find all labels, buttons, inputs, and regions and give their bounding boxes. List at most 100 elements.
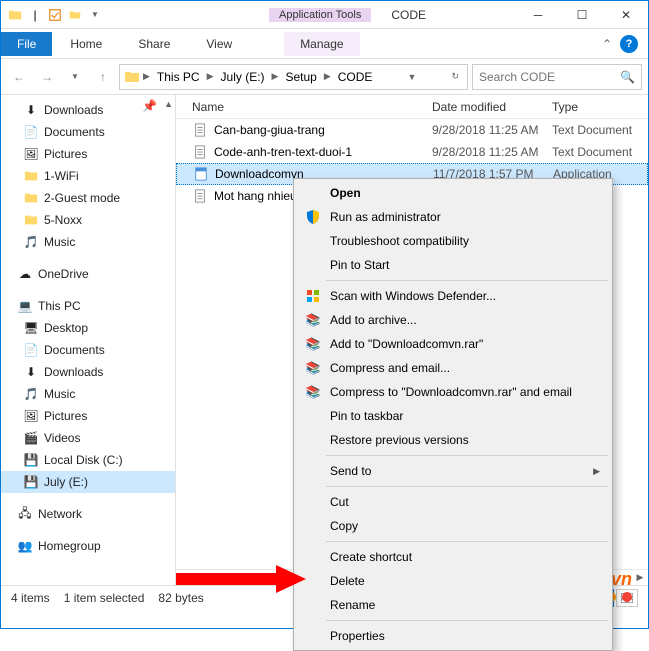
sidebar-item-pictures[interactable]: 🖼Pictures <box>1 143 175 165</box>
file-name: Code-anh-tren-text-duoi-1 <box>214 145 432 159</box>
menu-item-add-archive[interactable]: 📚Add to archive... <box>296 308 610 332</box>
menu-item-sendto[interactable]: Send to▶ <box>296 459 610 483</box>
sidebar-item-guest[interactable]: 2-Guest mode <box>1 187 175 209</box>
breadcrumb-item[interactable]: This PC <box>153 68 204 86</box>
sidebar-item-wifi[interactable]: 1-WiFi <box>1 165 175 187</box>
maximize-button[interactable]: ☐ <box>560 1 604 29</box>
pictures-icon: 🖼 <box>23 408 39 424</box>
sidebar-item-music2[interactable]: 🎵Music <box>1 383 175 405</box>
menu-item-restore[interactable]: Restore previous versions <box>296 428 610 452</box>
search-box[interactable]: 🔍 <box>472 64 642 90</box>
scroll-up-icon[interactable]: ▲ <box>164 99 173 109</box>
ribbon-tabs: File Home Share View Manage ⌃ ? <box>1 29 648 59</box>
folder-breadcrumb-icon <box>124 69 140 85</box>
checkbox-icon[interactable] <box>47 7 63 23</box>
menu-item-shortcut[interactable]: Create shortcut <box>296 545 610 569</box>
minimize-button[interactable]: ─ <box>516 1 560 29</box>
pin-icon[interactable]: 📌 <box>142 99 157 113</box>
file-row[interactable]: Code-anh-tren-text-duoi-19/28/2018 11:25… <box>176 141 648 163</box>
menu-item-pin-taskbar[interactable]: Pin to taskbar <box>296 404 610 428</box>
documents-icon: 📄 <box>23 342 39 358</box>
file-row[interactable]: Can-bang-giua-trang9/28/2018 11:25 AMTex… <box>176 119 648 141</box>
menu-item-rename[interactable]: Rename <box>296 593 610 617</box>
breadcrumb-dropdown-icon[interactable]: ▼ <box>403 72 420 82</box>
menu-item-open[interactable]: Open <box>296 181 610 205</box>
breadcrumb-sep-icon[interactable]: ▶ <box>142 71 151 82</box>
manage-tab[interactable]: Manage <box>284 32 359 56</box>
file-type: Text Document <box>552 145 632 159</box>
winrar-icon: 📚 <box>304 359 322 377</box>
close-button[interactable]: ✕ <box>604 1 648 29</box>
titlebar: | ▼ Application Tools CODE ─ ☐ ✕ <box>1 1 648 29</box>
sidebar-item-pictures2[interactable]: 🖼Pictures <box>1 405 175 427</box>
sidebar-item-downloads2[interactable]: ⬇Downloads <box>1 361 175 383</box>
sidebar-item-noxx[interactable]: 5-Noxx <box>1 209 175 231</box>
sidebar-item-desktop[interactable]: 🖥Desktop <box>1 317 175 339</box>
ribbon-expand-icon[interactable]: ⌃ <box>602 37 612 51</box>
navigation-bar: ← → ▼ ↑ ▶ This PC ▶ July (E:) ▶ Setup ▶ … <box>1 59 648 95</box>
breadcrumb-item[interactable]: CODE <box>334 68 377 86</box>
breadcrumb-item[interactable]: Setup <box>281 68 320 86</box>
menu-item-delete[interactable]: Delete <box>296 569 610 593</box>
downloads-icon: ⬇ <box>23 364 39 380</box>
sidebar-item-network[interactable]: 🖧Network <box>1 503 175 525</box>
menu-item-run-admin[interactable]: Run as administrator <box>296 205 610 229</box>
back-button[interactable]: ← <box>7 65 31 89</box>
search-icon[interactable]: 🔍 <box>620 70 635 84</box>
quick-access-toolbar: | ▼ <box>1 7 109 23</box>
menu-item-properties[interactable]: Properties <box>296 624 610 648</box>
menu-item-compress-email[interactable]: 📚Compress and email... <box>296 356 610 380</box>
menu-item-cut[interactable]: Cut <box>296 490 610 514</box>
dot-icon <box>622 592 632 602</box>
file-name: Can-bang-giua-trang <box>214 123 432 137</box>
column-header-date[interactable]: Date modified <box>432 100 552 114</box>
breadcrumb[interactable]: ▶ This PC ▶ July (E:) ▶ Setup ▶ CODE ▼ ↻ <box>119 64 468 90</box>
qat-dropdown-icon[interactable]: ▼ <box>87 7 103 23</box>
home-tab[interactable]: Home <box>52 32 120 56</box>
status-item-count: 4 items <box>11 591 50 605</box>
share-tab[interactable]: Share <box>120 32 188 56</box>
sidebar-item-onedrive[interactable]: ☁OneDrive <box>1 263 175 285</box>
search-input[interactable] <box>479 70 635 84</box>
sidebar-item-documents[interactable]: 📄Documents <box>1 121 175 143</box>
scroll-right-icon[interactable]: ▶ <box>632 570 648 586</box>
sidebar-item-music[interactable]: 🎵Music <box>1 231 175 253</box>
menu-item-add-rar[interactable]: 📚Add to "Downloadcomvn.rar" <box>296 332 610 356</box>
sidebar-item-thispc[interactable]: 💻This PC <box>1 295 175 317</box>
sidebar-item-videos[interactable]: 🎬Videos <box>1 427 175 449</box>
recent-dropdown[interactable]: ▼ <box>63 65 87 89</box>
menu-item-defender[interactable]: Scan with Windows Defender... <box>296 284 610 308</box>
documents-icon: 📄 <box>23 124 39 140</box>
forward-button[interactable]: → <box>35 65 59 89</box>
music-icon: 🎵 <box>23 386 39 402</box>
menu-item-copy[interactable]: Copy <box>296 514 610 538</box>
menu-item-troubleshoot[interactable]: Troubleshoot compatibility <box>296 229 610 253</box>
window-title: CODE <box>391 8 516 22</box>
sidebar-item-documents2[interactable]: 📄Documents <box>1 339 175 361</box>
contextual-tab-label: Application Tools <box>269 8 371 22</box>
up-button[interactable]: ↑ <box>91 65 115 89</box>
menu-item-compress-rar-email[interactable]: 📚Compress to "Downloadcomvn.rar" and ema… <box>296 380 610 404</box>
sidebar-item-localc[interactable]: 💾Local Disk (C:) <box>1 449 175 471</box>
file-icon <box>192 188 208 204</box>
sidebar-item-homegroup[interactable]: 👥Homegroup <box>1 535 175 557</box>
breadcrumb-sep-icon[interactable]: ▶ <box>206 71 215 82</box>
sidebar-item-july[interactable]: 💾July (E:) <box>1 471 175 493</box>
view-tab[interactable]: View <box>188 32 250 56</box>
column-header-name[interactable]: Name <box>192 100 432 114</box>
status-selected: 1 item selected <box>64 591 145 605</box>
breadcrumb-item[interactable]: July (E:) <box>217 68 269 86</box>
folder-small-icon[interactable] <box>67 7 83 23</box>
homegroup-icon: 👥 <box>17 538 33 554</box>
column-header-type[interactable]: Type <box>552 100 648 114</box>
file-tab[interactable]: File <box>1 32 52 56</box>
menu-item-pin-start[interactable]: Pin to Start <box>296 253 610 277</box>
defender-icon <box>304 287 322 305</box>
help-icon[interactable]: ? <box>620 35 638 53</box>
videos-icon: 🎬 <box>23 430 39 446</box>
folder-icon[interactable] <box>7 7 23 23</box>
qat-sep-icon: | <box>27 7 43 23</box>
breadcrumb-sep-icon[interactable]: ▶ <box>323 71 332 82</box>
refresh-icon[interactable]: ↻ <box>447 71 463 82</box>
breadcrumb-sep-icon[interactable]: ▶ <box>271 71 280 82</box>
